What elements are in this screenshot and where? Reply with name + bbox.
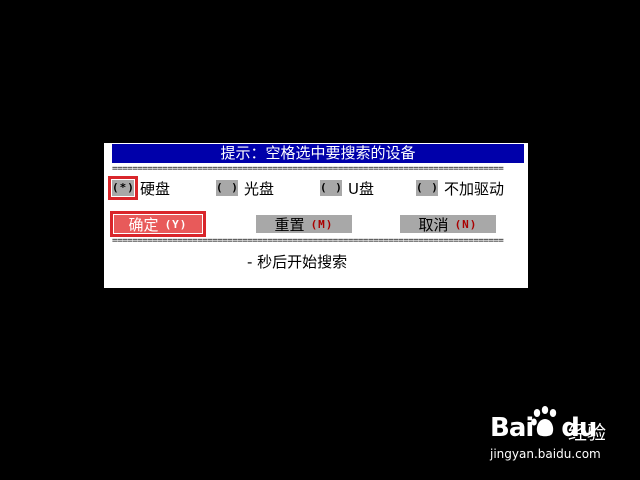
paw-icon: [531, 406, 557, 437]
separator-bottom: ========================================…: [112, 237, 504, 245]
cancel-button[interactable]: 取消 (N): [400, 215, 496, 234]
cancel-button-label: 取消: [418, 215, 449, 234]
baidu-jingyan-watermark: Bai du 经验 jingyan.baidu.com: [490, 405, 610, 465]
no-driver-label: 不加驱动: [444, 179, 505, 198]
option-usb-disk[interactable]: ( ) U盘: [320, 178, 374, 198]
hard-disk-checkbox[interactable]: (*): [108, 176, 138, 200]
hard-disk-label: 硬盘: [140, 179, 171, 198]
reset-button-label: 重置: [274, 215, 305, 234]
baidu-logo-text-bai: Bai: [490, 413, 534, 443]
countdown-text: - 秒后开始搜索: [247, 253, 348, 271]
dialog-title: 提示：空格选中要搜索的设备: [112, 144, 524, 163]
search-device-dialog: 提示：空格选中要搜索的设备 ==========================…: [104, 143, 528, 288]
cancel-button-hotkey: (N): [454, 217, 478, 231]
ok-button-label: 确定: [128, 215, 159, 234]
option-optical-disc[interactable]: ( ) 光盘: [216, 178, 274, 198]
option-hard-disk[interactable]: (*) 硬盘: [108, 176, 171, 200]
no-driver-checkbox[interactable]: ( ): [416, 180, 438, 196]
optical-disc-label: 光盘: [244, 179, 275, 198]
ok-button[interactable]: 确定 (Y): [114, 215, 202, 234]
reset-button-hotkey: (M): [310, 217, 334, 231]
optical-disc-checkbox[interactable]: ( ): [216, 180, 238, 196]
ok-button-hotkey: (Y): [164, 217, 188, 231]
usb-disk-checkbox[interactable]: ( ): [320, 180, 342, 196]
separator-top: ========================================…: [112, 165, 504, 173]
jingyan-label: 经验: [568, 422, 607, 444]
option-no-driver[interactable]: ( ) 不加驱动: [416, 178, 504, 198]
usb-disk-label: U盘: [348, 179, 374, 198]
reset-button[interactable]: 重置 (M): [256, 215, 352, 234]
screen: 提示：空格选中要搜索的设备 ==========================…: [0, 0, 640, 480]
watermark-url: jingyan.baidu.com: [490, 447, 601, 461]
